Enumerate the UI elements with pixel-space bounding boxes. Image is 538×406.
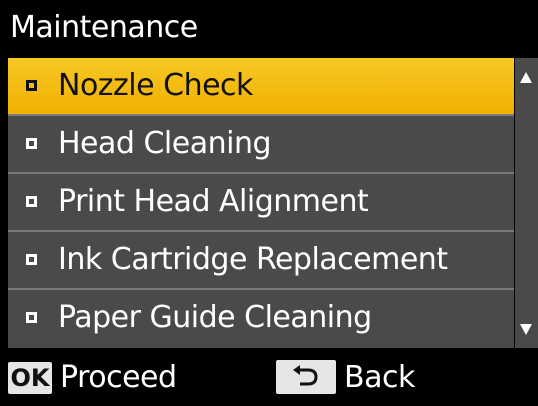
menu-item-paper-guide-cleaning[interactable]: Paper Guide Cleaning (8, 290, 514, 346)
back-button[interactable] (276, 360, 336, 394)
printer-lcd-screen: Maintenance Nozzle Check Head Cleaning P… (0, 0, 538, 406)
square-bullet-icon (26, 80, 37, 91)
page-title: Maintenance (10, 10, 198, 45)
footer-bar: OK Proceed Back (0, 350, 538, 406)
square-bullet-icon (26, 312, 37, 323)
menu-item-label: Paper Guide Cleaning (58, 300, 372, 335)
menu-item-nozzle-check[interactable]: Nozzle Check (8, 58, 514, 114)
square-bullet-icon (26, 138, 37, 149)
maintenance-menu: Nozzle Check Head Cleaning Print Head Al… (8, 58, 514, 348)
return-arrow-icon (293, 365, 318, 386)
ok-key[interactable]: OK (8, 362, 52, 394)
square-bullet-icon (26, 254, 37, 265)
square-bullet-icon (26, 196, 37, 207)
title-bar: Maintenance (0, 0, 538, 56)
menu-item-label: Head Cleaning (58, 126, 272, 161)
menu-item-ink-cartridge-replacement[interactable]: Ink Cartridge Replacement (8, 232, 514, 288)
scrollbar[interactable] (515, 58, 538, 348)
triangle-up-icon[interactable] (520, 72, 532, 83)
menu-item-head-cleaning[interactable]: Head Cleaning (8, 116, 514, 172)
menu-item-label: Nozzle Check (58, 68, 253, 103)
menu-item-label: Ink Cartridge Replacement (58, 242, 448, 277)
proceed-label: Proceed (60, 360, 177, 395)
menu-item-print-head-alignment[interactable]: Print Head Alignment (8, 174, 514, 230)
back-label: Back (344, 360, 415, 395)
triangle-down-icon[interactable] (520, 324, 532, 335)
menu-item-label: Print Head Alignment (58, 184, 369, 219)
